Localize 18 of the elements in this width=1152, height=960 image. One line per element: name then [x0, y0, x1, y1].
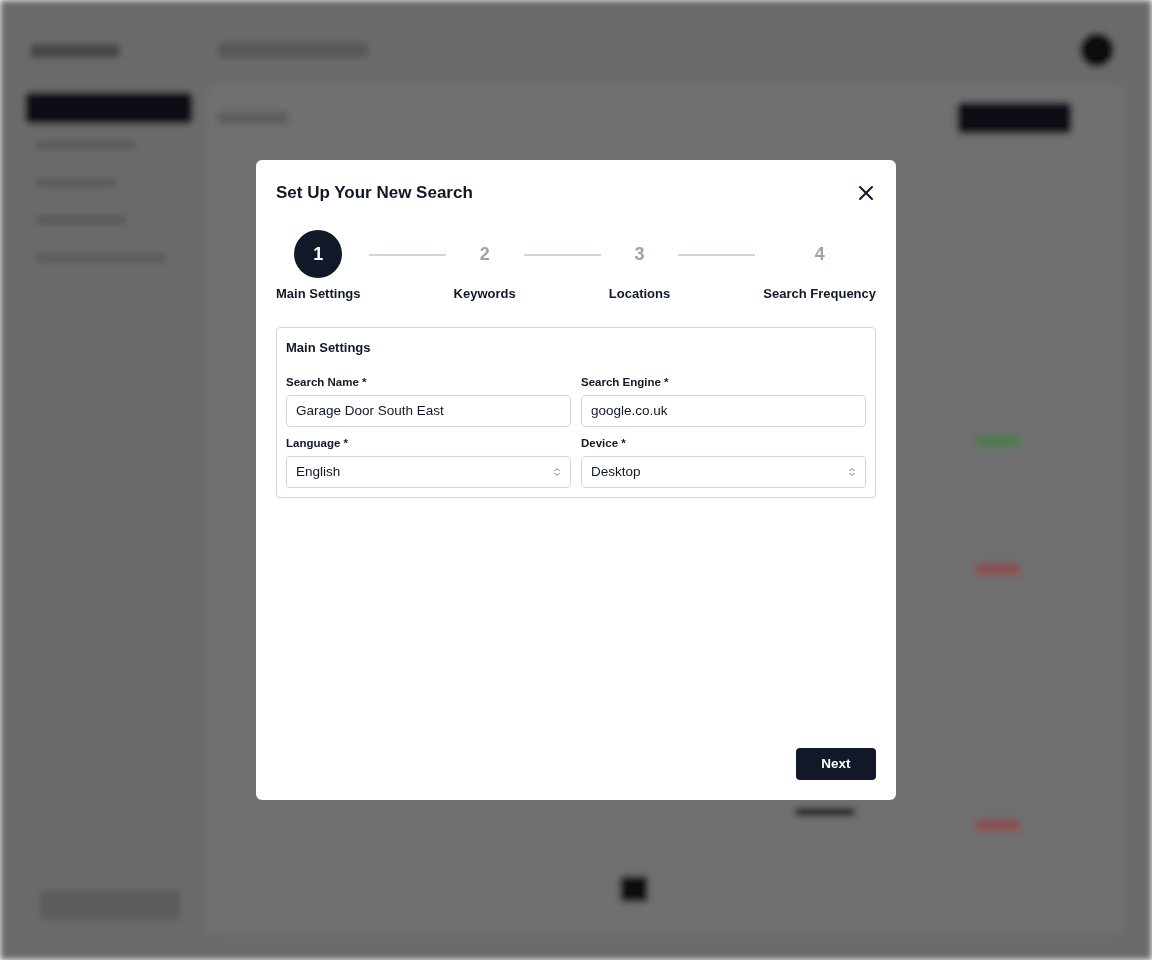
text-field[interactable]: google.co.uk [581, 394, 866, 427]
step-label: Keywords [453, 284, 516, 303]
step-label: Search Frequency [763, 284, 876, 303]
section-title: Main Settings [286, 339, 372, 357]
field-label: Device * [581, 435, 627, 451]
dialog-title: Set Up Your New Search [276, 182, 473, 204]
chevron-updown-icon [848, 467, 856, 477]
field-label: Language * [286, 435, 349, 451]
select-field[interactable]: Desktop [581, 456, 866, 488]
text-field[interactable]: Garage Door South East [286, 394, 571, 427]
select-field[interactable]: English [286, 456, 571, 488]
chevron-updown-icon [553, 467, 561, 477]
field-label: Search Name * [286, 374, 368, 390]
step-label: Locations [608, 284, 671, 303]
step-label: Main Settings [276, 284, 361, 303]
step-number[interactable]: 1 [294, 229, 343, 278]
next-button[interactable]: Next [796, 748, 876, 780]
field-label: Search Engine * [581, 374, 670, 390]
